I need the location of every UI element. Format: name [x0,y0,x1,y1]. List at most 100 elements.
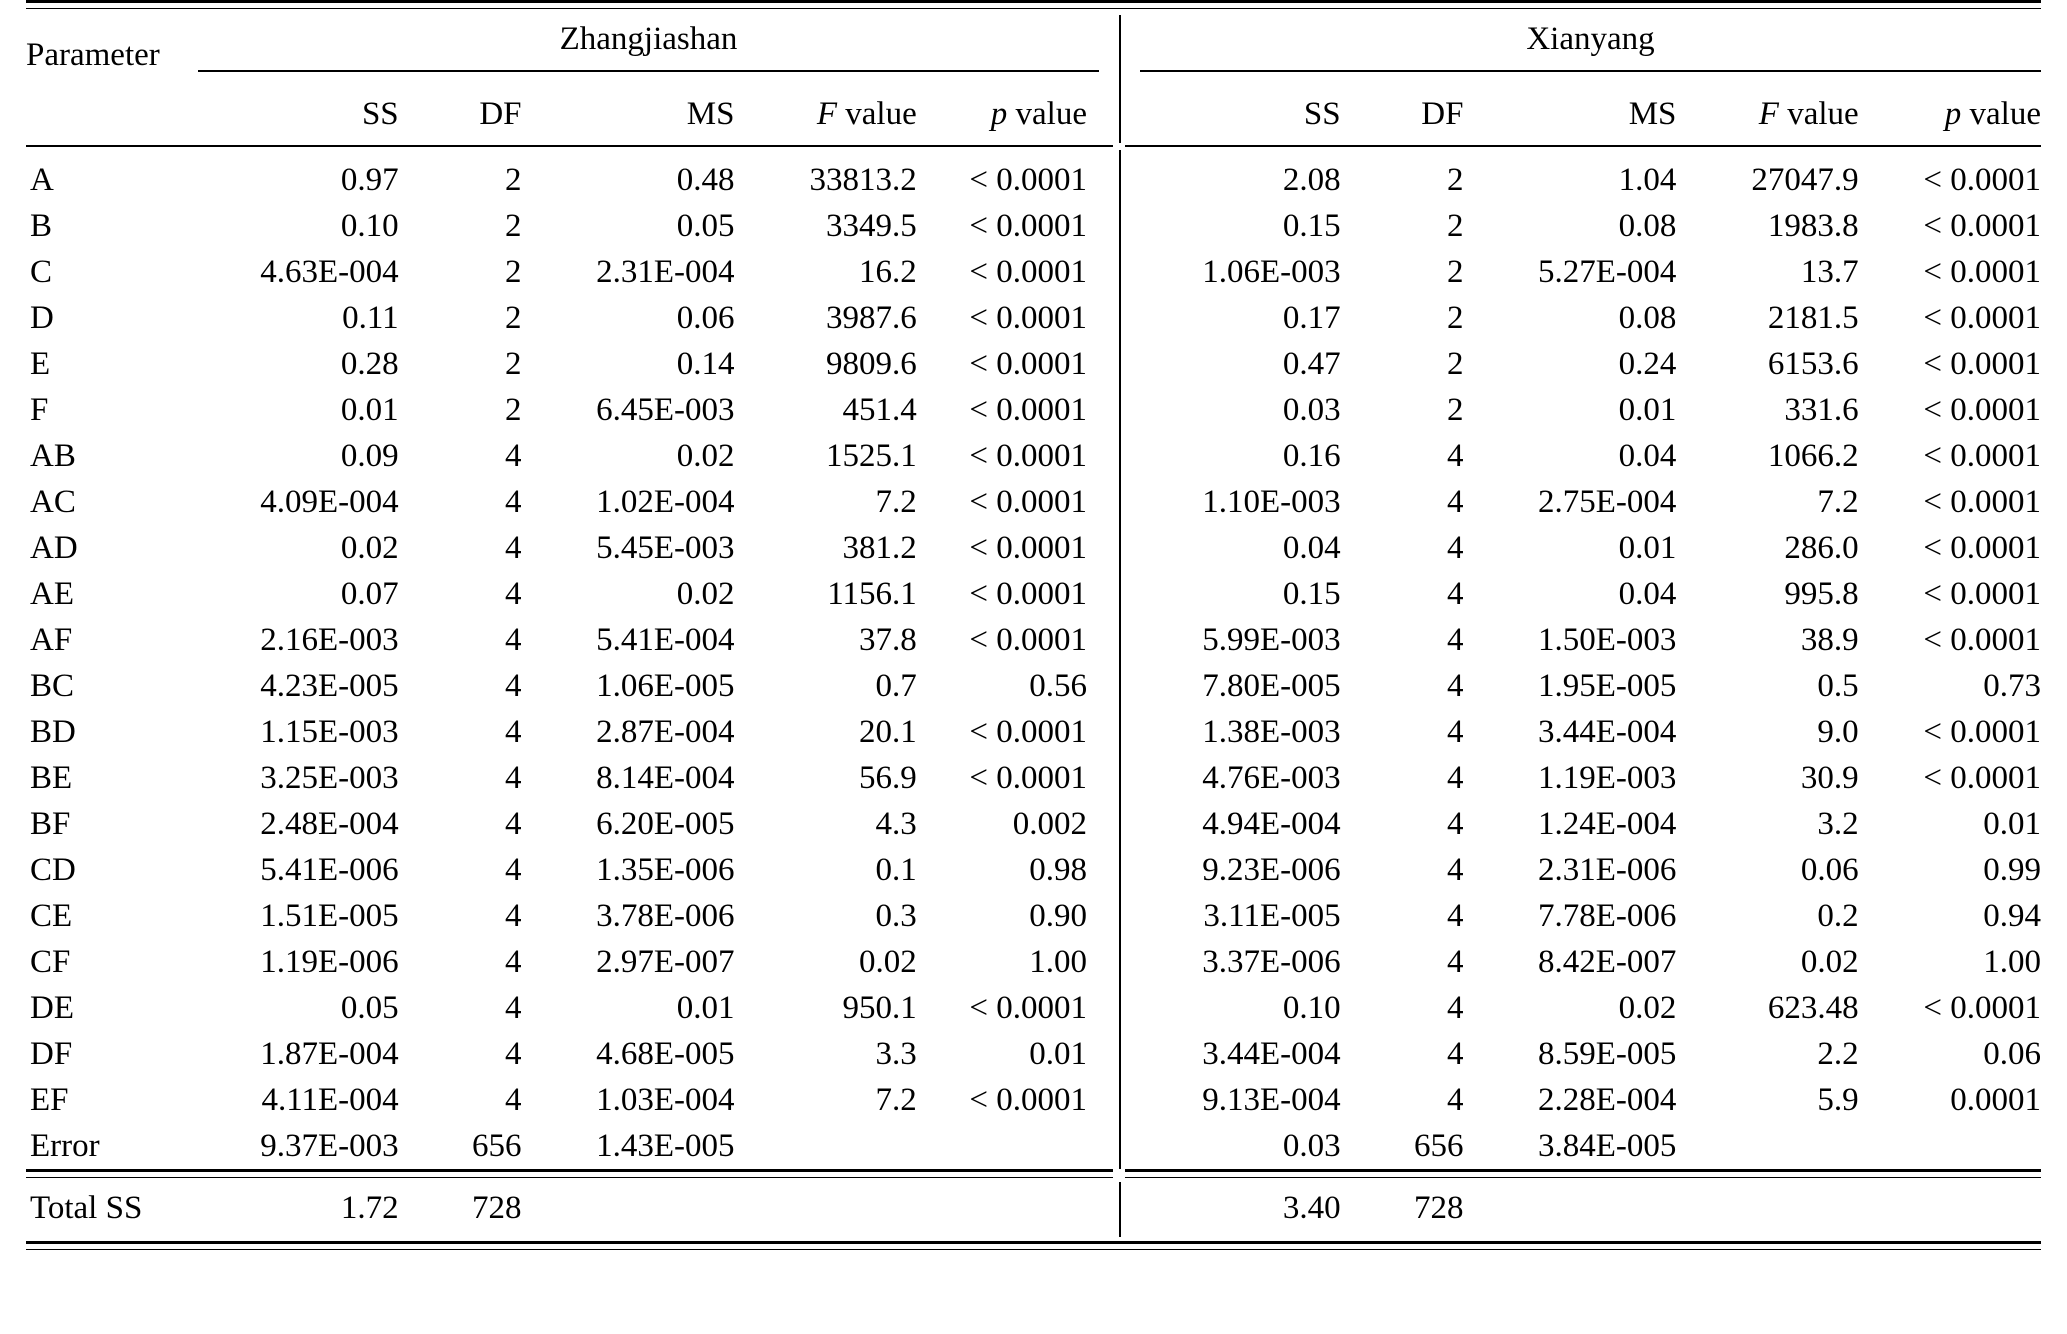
cell-xianyang-f: 38.9 [1800,621,1859,658]
cell-zhangjiashan-f: 4.3 [875,805,917,842]
cell-zhangjiashan-df: 4 [505,989,522,1026]
cell-xianyang-ms: 1.04 [1618,161,1677,198]
row-parameter-label: CF [30,943,71,980]
cell-zhangjiashan-ms: 4.68E-005 [596,1035,735,1072]
cell-xianyang-ss: 0.10 [1282,989,1341,1026]
cell-xianyang-ss: 9.23E-006 [1202,851,1341,888]
cell-xianyang-df: 2 [1446,391,1464,428]
cell-xianyang-p: < 0.0001 [1923,621,2041,658]
cell-zhangjiashan-ss: 0.97 [340,161,399,198]
cell-divider-gap [1099,525,1140,571]
cell-zhangjiashan-ms: 1.03E-004 [596,1081,735,1118]
row-parameter-label: EF [30,1081,69,1118]
cell-xianyang-ss: 9.13E-004 [1202,1081,1341,1118]
cell-xianyang-p [1859,1123,2041,1171]
cell-xianyang-ss: 1.10E-003 [1202,483,1341,520]
cell-zhangjiashan-f: 1156.1 [827,575,917,612]
cell-xianyang-f: 0.06 [1800,851,1859,888]
cell-zhangjiashan-f: 56.9 [858,759,917,796]
cell-xianyang-df: 2 [1446,253,1464,290]
cell-divider-gap [1099,893,1140,939]
cell-xianyang-ss: 0.03 [1282,1127,1341,1164]
cell-zhangjiashan-ms: 1.02E-004 [596,483,735,520]
cell-zhangjiashan-p: < 0.0001 [969,529,1087,566]
cell-xianyang-df: 4 [1446,759,1464,796]
cell-xianyang-df: 4 [1446,575,1464,612]
cell-zhangjiashan-df: 4 [505,1081,522,1118]
cell-zhangjiashan-ms: 5.45E-003 [596,529,735,566]
cell-xianyang-f: 331.6 [1784,391,1859,428]
cell-zhangjiashan-ms: 2.87E-004 [596,713,735,750]
cell-zhangjiashan-p: 1.00 [1029,943,1087,980]
row-parameter-label: CE [30,897,73,934]
cell-xianyang-ss: 5.99E-003 [1202,621,1341,658]
cell-zhangjiashan-df: 2 [505,161,522,198]
cell-xianyang-ms: 0.04 [1618,437,1677,474]
group-label-zhangjiashan: Zhangjiashan [559,21,738,57]
cell-xianyang-p: 0.0001 [1950,1081,2041,1118]
cell-xianyang-ss: 7.80E-005 [1202,667,1341,704]
cell-zhangjiashan-p: < 0.0001 [969,575,1087,612]
cell-xianyang-ss: 0.16 [1282,437,1341,474]
cell-zhangjiashan-p [917,1123,1099,1171]
cell-xianyang-df: 4 [1446,1035,1464,1072]
cell-xianyang-p: 0.06 [1983,1035,2041,1072]
cell-xianyang-ss: 3.11E-005 [1203,897,1341,934]
total-separator-rule [26,1169,2041,1178]
group-header-zhangjiashan: Zhangjiashan [198,9,1099,91]
cell-zhangjiashan-ss: 5.41E-006 [260,851,399,888]
cell-zhangjiashan-p: < 0.0001 [969,207,1087,244]
cell-zhangjiashan-df: 4 [505,1035,522,1072]
cell-xianyang-df: 4 [1446,529,1464,566]
cell-zhangjiashan-p: < 0.0001 [969,161,1087,198]
cell-zhangjiashan-ss: 1.87E-004 [260,1035,399,1072]
cell-divider-gap [1099,1031,1140,1077]
table-row: A 0.97 2 0.48 33813.2 < 0.0001 2.08 2 1.04 27047.… [26,157,2041,203]
cell-zhangjiashan-ms: 0.01 [676,989,735,1026]
cell-xianyang-ms: 3.44E-004 [1538,713,1677,750]
row-parameter-label: DE [30,989,74,1026]
table-row: CD 5.41E-006 4 1.35E-006 0.1 0.98 9.23E-006 4 2.… [26,847,2041,893]
cell-zhangjiashan-df: 4 [505,437,522,474]
cell-zhangjiashan-f: 16.2 [858,253,917,290]
column-header-x-ss: SS [1303,96,1341,132]
column-header-z-ss: SS [361,96,399,132]
cell-xianyang-ss: 2.08 [1282,161,1341,198]
cell-xianyang-ms: 0.08 [1618,299,1677,336]
cell-xianyang-p: < 0.0001 [1923,253,2041,290]
cell-divider-gap [1099,1077,1140,1123]
cell-zhangjiashan-f: 950.1 [842,989,917,1026]
cell-xianyang-df: 4 [1446,621,1464,658]
total-x-p [1859,1178,2041,1243]
cell-divider-gap [1099,709,1140,755]
cell-zhangjiashan-p: < 0.0001 [969,345,1087,382]
column-header-z-df: DF [479,96,522,132]
group-header-row: Parameter Zhangjiashan Xianyang [26,9,2041,91]
cell-xianyang-f: 995.8 [1784,575,1859,612]
row-parameter-label: B [30,207,53,244]
cell-xianyang-df: 4 [1446,1081,1464,1118]
cell-xianyang-p: < 0.0001 [1923,207,2041,244]
total-z-p [917,1178,1099,1243]
cell-zhangjiashan-df: 4 [505,759,522,796]
table-row: BF 2.48E-004 4 6.20E-005 4.3 0.002 4.94E-004 4 1… [26,801,2041,847]
table-top-rule [26,0,2041,9]
row-parameter-label: AF [30,621,73,658]
row-parameter-label: AD [30,529,78,566]
row-parameter-label: A [30,161,54,198]
group-label-xianyang: Xianyang [1526,21,1655,57]
cell-zhangjiashan-p: < 0.0001 [969,713,1087,750]
cell-divider-gap [1099,755,1140,801]
cell-xianyang-ss: 0.04 [1282,529,1341,566]
cell-xianyang-df: 4 [1446,483,1464,520]
cell-xianyang-p: < 0.0001 [1923,483,2041,520]
cell-xianyang-f: 2181.5 [1767,299,1859,336]
cell-zhangjiashan-df: 2 [505,207,522,244]
cell-xianyang-f: 1983.8 [1767,207,1859,244]
cell-xianyang-ms: 8.59E-005 [1538,1035,1677,1072]
cell-xianyang-p: < 0.0001 [1923,529,2041,566]
cell-xianyang-f: 286.0 [1784,529,1859,566]
column-header-x-f: F value [1676,90,1859,145]
total-z-ms [522,1178,735,1243]
column-header-x-p: p value [1859,90,2041,145]
